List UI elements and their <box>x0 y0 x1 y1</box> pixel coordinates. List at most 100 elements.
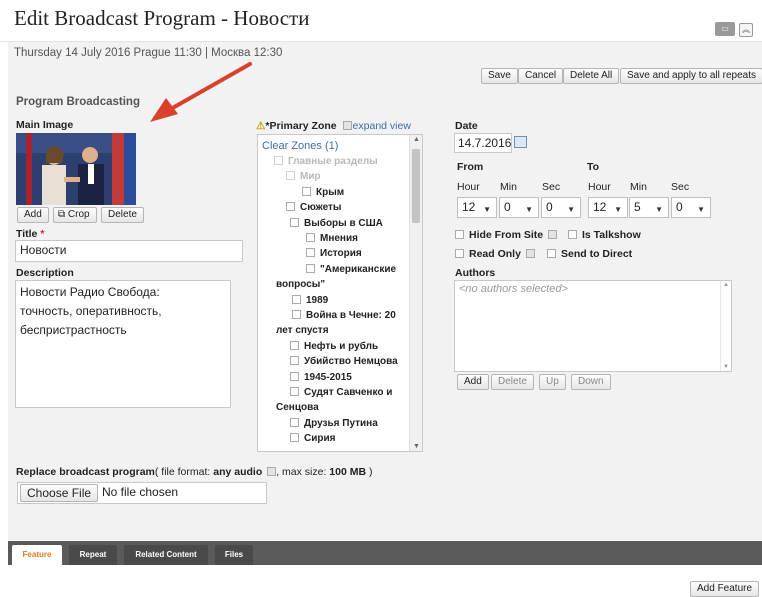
date-input[interactable]: 14.7.2016 <box>454 133 512 153</box>
help-icon <box>548 230 558 239</box>
checkbox-icon[interactable] <box>292 294 301 304</box>
zone-item-label: Сирия <box>304 433 336 445</box>
to-hour-select[interactable]: 12 ▼ <box>588 197 628 218</box>
checkbox-icon[interactable] <box>286 202 295 212</box>
add-feature-button[interactable]: Add Feature <box>690 581 760 597</box>
warning-icon: ⚠ <box>256 120 266 132</box>
zone-item[interactable]: "Американские <box>306 263 396 277</box>
checkbox-icon[interactable] <box>290 356 299 366</box>
zone-item[interactable]: вопросы" <box>276 278 325 292</box>
zone-item[interactable]: Мир <box>286 170 321 184</box>
zone-item[interactable]: Выборы в США <box>290 217 383 231</box>
crop-icon: ⧉ <box>58 209 66 220</box>
zone-item[interactable]: лет спустя <box>276 324 329 338</box>
zone-item[interactable]: 1945-2015 <box>290 371 352 385</box>
checkbox-icon[interactable] <box>274 156 283 165</box>
from-hour-select[interactable]: 12 ▼ <box>457 197 497 218</box>
checkbox-icon <box>455 230 464 239</box>
zone-item[interactable]: Убийство Немцова <box>290 355 398 369</box>
zone-item[interactable]: Мнения <box>306 232 358 246</box>
checkbox-icon[interactable] <box>290 387 299 396</box>
zone-item[interactable]: История <box>306 247 362 261</box>
is-talkshow-checkbox[interactable]: Is Talkshow <box>568 229 641 241</box>
title-label: Title * <box>16 228 45 240</box>
zone-item-label: "Американские <box>320 263 397 275</box>
zone-item[interactable]: Нефть и рубль <box>290 340 378 354</box>
image-add-button[interactable]: Add <box>17 207 49 223</box>
zone-item-label: Сенцова <box>276 402 319 414</box>
annotation-arrow <box>150 62 252 122</box>
author-up-button[interactable]: Up <box>539 374 566 390</box>
description-textarea[interactable]: Новости Радио Свобода: точность, операти… <box>15 280 231 408</box>
author-delete-button[interactable]: Delete <box>491 374 534 390</box>
hide-from-site-checkbox[interactable]: Hide From Site <box>455 229 562 241</box>
delete-all-button[interactable]: Delete All <box>563 68 620 84</box>
author-down-button[interactable]: Down <box>571 374 611 390</box>
zone-item-label: 1989 <box>306 294 329 306</box>
authors-scrollbar[interactable]: ▲ ▼ <box>720 281 731 371</box>
save-button[interactable]: Save <box>481 68 518 84</box>
from-label: From <box>457 161 484 173</box>
checkbox-icon[interactable] <box>306 233 315 242</box>
checkbox-icon <box>547 249 556 258</box>
zones-list[interactable]: ▲ ▼ Clear Zones (1) Главные разделы Мир Кр… <box>257 134 423 452</box>
collapse-icon[interactable]: ︽ <box>739 23 753 37</box>
image-crop-button[interactable]: ⧉ Crop <box>53 207 97 223</box>
title-input[interactable]: Новости <box>15 240 243 262</box>
zone-item[interactable]: Война в Чечне: 20 <box>292 309 396 323</box>
checkbox-icon[interactable] <box>290 433 299 443</box>
zone-item[interactable]: 1989 <box>292 294 328 308</box>
zone-item-label: Мир <box>300 171 321 183</box>
cancel-button[interactable]: Cancel <box>518 68 564 84</box>
tab-files[interactable]: Files <box>215 545 253 565</box>
zones-scrollbar[interactable]: ▲ ▼ <box>409 135 422 451</box>
zone-item-label: Выборы в США <box>304 217 383 229</box>
tab-repeat[interactable]: Repeat <box>69 545 117 565</box>
from-sec-select[interactable]: 0 ▼ <box>541 197 581 218</box>
calendar-icon[interactable] <box>514 136 527 148</box>
checkbox-icon[interactable] <box>290 417 299 427</box>
choose-file-button[interactable]: Choose File <box>20 484 99 502</box>
save-apply-all-button[interactable]: Save and apply to all repeats <box>620 68 762 84</box>
zone-item-label: Сюжеты <box>300 202 342 214</box>
chevron-down-icon: ▼ <box>567 205 575 214</box>
read-only-checkbox[interactable]: Read Only <box>455 248 540 260</box>
tab-related-content[interactable]: Related Content <box>124 545 208 565</box>
checkbox-icon <box>568 230 577 239</box>
from-min-label: Min <box>500 181 517 193</box>
checkbox-icon[interactable] <box>290 371 299 381</box>
header-badge[interactable]: ▭ <box>715 22 735 36</box>
to-sec-select[interactable]: 0 ▼ <box>671 197 711 218</box>
zones-scroll-thumb[interactable] <box>412 149 420 223</box>
file-input[interactable]: Choose File No file chosen <box>17 482 267 504</box>
zone-item[interactable]: Сирия <box>290 432 335 446</box>
scroll-up-icon: ▲ <box>723 282 729 288</box>
zone-item-label: Друзья Путина <box>304 417 378 429</box>
zone-item[interactable]: Главные разделы <box>274 155 378 169</box>
checkbox-icon[interactable] <box>290 217 299 227</box>
zone-item[interactable]: Крым <box>302 186 344 200</box>
to-min-select[interactable]: 5 ▼ <box>629 197 669 218</box>
from-min-select[interactable]: 0 ▼ <box>499 197 539 218</box>
zone-item[interactable]: Сюжеты <box>286 201 341 215</box>
zone-item[interactable]: Сенцова <box>276 401 319 415</box>
expand-view-link[interactable]: expand view <box>353 120 411 132</box>
image-delete-button[interactable]: Delete <box>101 207 144 223</box>
zone-item[interactable]: Друзья Путина <box>290 417 378 431</box>
to-label: To <box>587 161 600 173</box>
zone-item-label: Нефть и рубль <box>304 340 379 352</box>
authors-list[interactable]: <no authors selected> <box>454 280 732 372</box>
checkbox-icon[interactable] <box>306 248 315 258</box>
checkbox-icon[interactable] <box>306 263 315 273</box>
checkbox-icon[interactable] <box>302 186 311 196</box>
checkbox-icon[interactable] <box>286 171 295 181</box>
zone-item[interactable]: Судят Савченко и <box>290 386 392 400</box>
send-to-direct-checkbox[interactable]: Send to Direct <box>547 248 632 260</box>
checkbox-icon[interactable] <box>292 310 301 319</box>
clear-zones-link[interactable]: Clear Zones (1) <box>262 139 338 153</box>
tab-feature[interactable]: Feature <box>12 545 62 565</box>
author-add-button[interactable]: Add <box>457 374 489 390</box>
checkbox-icon[interactable] <box>290 340 299 350</box>
crop-label: Crop <box>67 209 90 220</box>
checkbox-icon <box>455 249 464 258</box>
